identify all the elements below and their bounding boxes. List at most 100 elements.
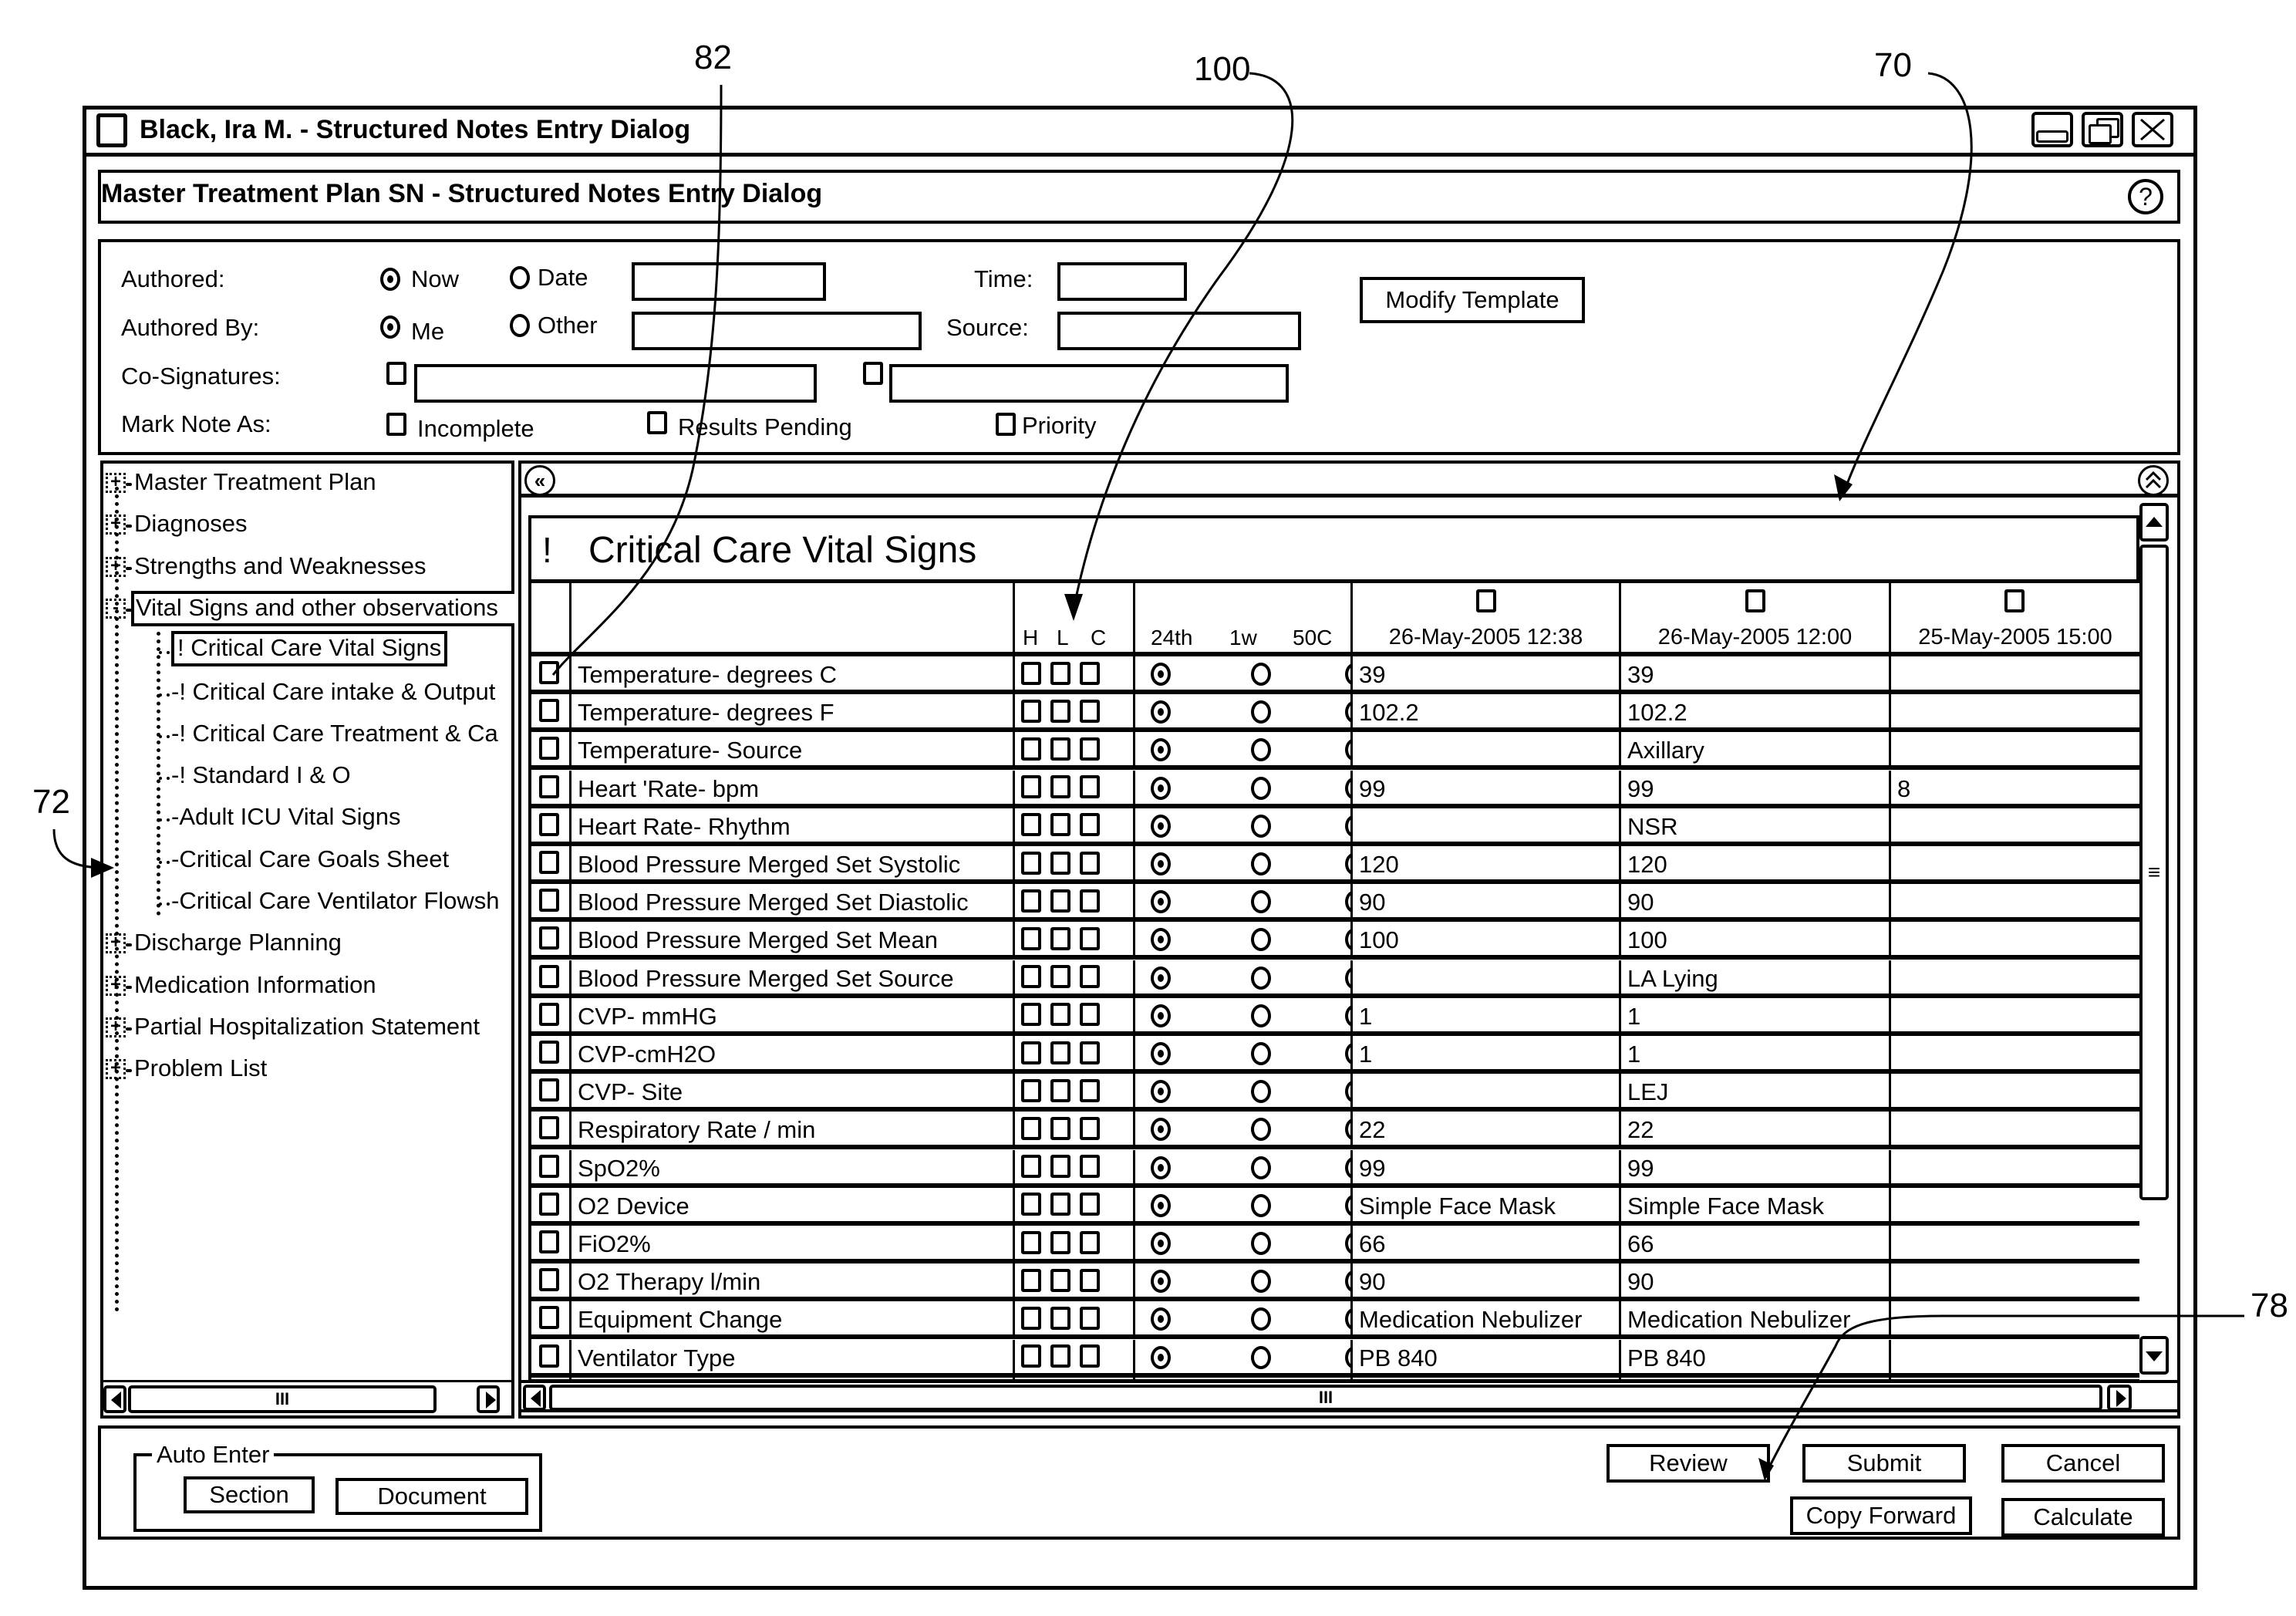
cell-d2[interactable] (1891, 694, 2139, 727)
co-signature-2-checkbox[interactable] (863, 362, 883, 385)
flag-c-checkbox[interactable] (1080, 889, 1100, 913)
range-1w-radio[interactable] (1251, 1193, 1271, 1217)
cell-hlc[interactable] (1015, 846, 1135, 879)
table-row[interactable]: CVP- mmHG 1 1 (531, 997, 2139, 1036)
grid-hscrollbar[interactable]: III (521, 1380, 2177, 1412)
flag-c-checkbox[interactable] (1080, 1230, 1100, 1254)
flag-l-checkbox[interactable] (1050, 775, 1070, 799)
tree-hscrollbar[interactable]: III (103, 1380, 512, 1413)
cell-d1[interactable]: 39 (1621, 656, 1891, 690)
cell-d0[interactable]: 100 (1353, 922, 1621, 956)
cell-hlc[interactable] (1015, 694, 1135, 728)
flag-h-checkbox[interactable] (1021, 1306, 1041, 1330)
range-1w-radio[interactable] (1251, 776, 1271, 800)
row-select-checkbox[interactable] (539, 812, 559, 836)
flag-c-checkbox[interactable] (1080, 1306, 1100, 1330)
row-select-checkbox[interactable] (539, 964, 559, 988)
range-50c-radio[interactable] (1345, 1270, 1350, 1294)
table-row[interactable]: Blood Pressure Merged Set Mean 100 100 (531, 922, 2139, 960)
range-1w-radio[interactable] (1251, 663, 1271, 686)
flag-c-checkbox[interactable] (1080, 699, 1100, 723)
cell-d2[interactable] (1891, 922, 2139, 955)
cell-d2[interactable] (1891, 732, 2139, 765)
tree-item[interactable]: Discharge Planning (134, 929, 342, 956)
cell-d1[interactable]: Medication Nebulizer (1621, 1301, 1891, 1335)
flag-c-checkbox[interactable] (1080, 813, 1100, 837)
range-1w-radio[interactable] (1251, 1118, 1271, 1142)
authored-by-me-option[interactable]: Me (380, 313, 444, 345)
cell-d2[interactable] (1891, 1188, 2139, 1221)
incomplete-checkbox[interactable] (386, 413, 406, 436)
co-signature-2-field[interactable] (889, 364, 1289, 403)
flag-c-checkbox[interactable] (1080, 1041, 1100, 1064)
tree-scroll-right-button[interactable] (477, 1385, 500, 1413)
cell-hlc[interactable] (1015, 1074, 1135, 1108)
cell-d2[interactable] (1891, 1226, 2139, 1259)
row-select-checkbox[interactable] (539, 699, 559, 723)
flag-c-checkbox[interactable] (1080, 1155, 1100, 1179)
co-signature-1-checkbox[interactable] (386, 362, 406, 385)
cell-check[interactable] (531, 960, 571, 994)
tree-item[interactable]: -Critical Care Ventilator Flowsh (171, 887, 500, 915)
cell-d2[interactable] (1891, 808, 2139, 842)
range-24th-radio[interactable] (1151, 1270, 1171, 1294)
cell-d1[interactable]: NSR (1621, 808, 1891, 842)
tree-item[interactable]: Medication Information (134, 971, 376, 999)
cell-d2[interactable] (1891, 1036, 2139, 1069)
cell-check[interactable] (531, 656, 571, 690)
range-50c-radio[interactable] (1345, 1118, 1350, 1142)
table-row[interactable]: Blood Pressure Merged Set Source LA Lying (531, 960, 2139, 998)
authored-by-me-radio[interactable] (380, 315, 400, 339)
range-24th-radio[interactable] (1151, 1193, 1171, 1217)
cell-d0[interactable]: 1 (1353, 1036, 1621, 1069)
range-50c-radio[interactable] (1345, 1232, 1350, 1255)
cell-check[interactable] (531, 694, 571, 728)
flag-l-checkbox[interactable] (1050, 1268, 1070, 1292)
results-pending-option[interactable]: Results Pending (647, 409, 852, 440)
row-select-checkbox[interactable] (539, 1344, 559, 1368)
tree-item[interactable]: -! Standard I & O (171, 761, 351, 789)
flag-c-checkbox[interactable] (1080, 1268, 1100, 1292)
flag-l-checkbox[interactable] (1050, 1230, 1070, 1254)
cell-d1[interactable]: 100 (1621, 922, 1891, 956)
co-signature-1-field[interactable] (414, 364, 817, 403)
authored-by-other-field[interactable] (632, 312, 922, 350)
source-field[interactable] (1057, 312, 1301, 350)
cell-range[interactable] (1135, 1074, 1353, 1108)
row-select-checkbox[interactable] (539, 1192, 559, 1216)
range-24th-radio[interactable] (1151, 1080, 1171, 1104)
expand-icon[interactable]: + (106, 1017, 126, 1037)
range-50c-radio[interactable] (1345, 890, 1350, 914)
range-1w-radio[interactable] (1251, 1232, 1271, 1255)
cell-range[interactable] (1135, 1187, 1353, 1221)
cell-hlc[interactable] (1015, 1187, 1135, 1221)
flag-h-checkbox[interactable] (1021, 775, 1041, 799)
flag-h-checkbox[interactable] (1021, 1193, 1041, 1216)
results-pending-checkbox[interactable] (647, 411, 667, 434)
table-row[interactable]: FiO2% 66 66 (531, 1226, 2139, 1263)
authored-by-other-radio[interactable] (510, 314, 530, 337)
row-select-checkbox[interactable] (539, 851, 559, 874)
cell-check[interactable] (531, 1263, 571, 1297)
row-select-checkbox[interactable] (539, 1002, 559, 1026)
flag-l-checkbox[interactable] (1050, 1041, 1070, 1064)
range-50c-radio[interactable] (1345, 1193, 1350, 1217)
cell-d0[interactable]: Medication Nebulizer (1353, 1301, 1621, 1335)
cell-check[interactable] (531, 1036, 571, 1069)
flag-l-checkbox[interactable] (1050, 926, 1070, 950)
range-24th-radio[interactable] (1151, 700, 1171, 724)
cell-d0[interactable]: PB 840 (1353, 1339, 1621, 1373)
cell-d1[interactable]: LEJ (1621, 1074, 1891, 1108)
cell-hlc[interactable] (1015, 656, 1135, 690)
flag-l-checkbox[interactable] (1050, 1306, 1070, 1330)
cell-d2[interactable] (1891, 1074, 2139, 1107)
cell-d0[interactable]: 99 (1353, 770, 1621, 804)
range-24th-radio[interactable] (1151, 890, 1171, 914)
cell-d2[interactable]: 8 (1891, 771, 2139, 804)
tree-item[interactable]: -! Critical Care Treatment & Ca (171, 720, 498, 747)
flag-l-checkbox[interactable] (1050, 813, 1070, 837)
range-50c-radio[interactable] (1345, 1155, 1350, 1179)
restore-button[interactable] (2082, 112, 2123, 147)
cell-d1[interactable]: Simple Face Mask (1621, 1187, 1891, 1221)
range-1w-radio[interactable] (1251, 1080, 1271, 1104)
